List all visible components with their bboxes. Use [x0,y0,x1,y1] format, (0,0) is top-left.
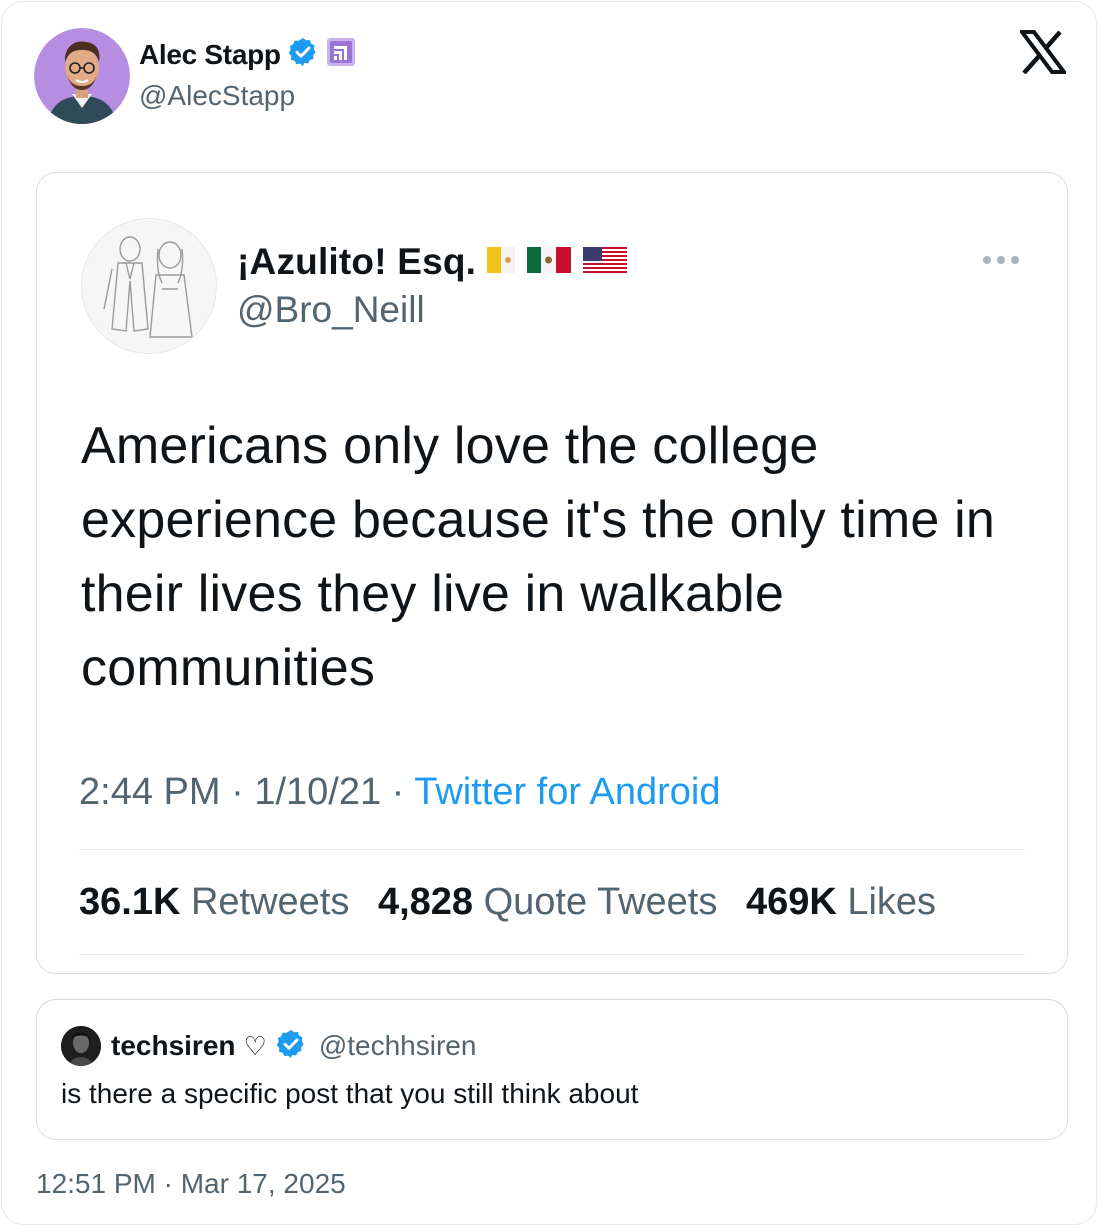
mexico-flag-icon [526,245,572,280]
tweet-screenshot[interactable]: ¡Azulito! Esq. @Bro_Neill Americans only… [36,172,1068,974]
author-handle[interactable]: @AlecStapp [139,80,295,112]
more-options-icon [981,253,1021,267]
retweets-label: Retweets [190,881,350,923]
quoted-tweet-handle[interactable]: @techhsiren [319,1030,477,1062]
meta-separator: · [220,771,255,813]
heart-emoji: ♡ [243,1030,267,1061]
vatican-flag-icon [486,245,516,280]
screenshot-tweet-text: Americans only love the college experien… [81,417,995,697]
quoted-tweet-header: techsiren ♡ @techhsiren [61,1026,476,1066]
x-logo-icon[interactable] [1018,30,1068,75]
screenshot-avatar [81,218,217,354]
quoted-tweet[interactable]: techsiren ♡ @techhsiren is there a speci… [36,999,1068,1140]
screenshot-name: ¡Azulito! Esq. [237,241,477,282]
quotes-count: 4,828 [377,881,474,923]
verified-badge-icon [275,1028,307,1065]
screenshot-name-row: ¡Azulito! Esq. [237,241,628,283]
screenshot-meta: 2:44 PM · 1/10/21 · Twitter for Android [79,771,720,814]
meta-separator: · [381,771,415,813]
screenshot-time: 2:44 PM [79,771,221,813]
screenshot-stats: 36.1K Retweets 4,828 Quote Tweets 469K L… [79,881,936,924]
quoted-tweet-avatar[interactable] [61,1026,101,1066]
verified-badge-icon [287,36,319,73]
divider [79,849,1025,850]
affiliate-badge-icon [325,36,357,73]
retweets-count: 36.1K [79,881,181,923]
quoted-tweet-text: is there a specific post that you still … [61,1078,639,1109]
divider [79,954,1025,955]
tweet-timestamp[interactable]: 12:51 PM · Mar 17, 2025 [36,1168,346,1200]
screenshot-handle: @Bro_Neill [237,289,425,330]
quoted-tweet-name[interactable]: techsiren [111,1030,236,1062]
screenshot-date: 1/10/21 [254,771,382,813]
likes-count: 469K [745,881,837,923]
screenshot-source: Twitter for Android [414,771,721,813]
usa-flag-icon [582,245,628,280]
tweet-card: Alec Stapp @AlecStapp ¡Azulito! Esq. @Br… [1,1,1097,1225]
author-name-row: Alec Stapp [139,36,357,73]
author-avatar[interactable] [34,28,130,124]
author-name[interactable]: Alec Stapp [139,39,281,71]
quotes-label: Quote Tweets [483,881,718,923]
likes-label: Likes [847,881,937,923]
